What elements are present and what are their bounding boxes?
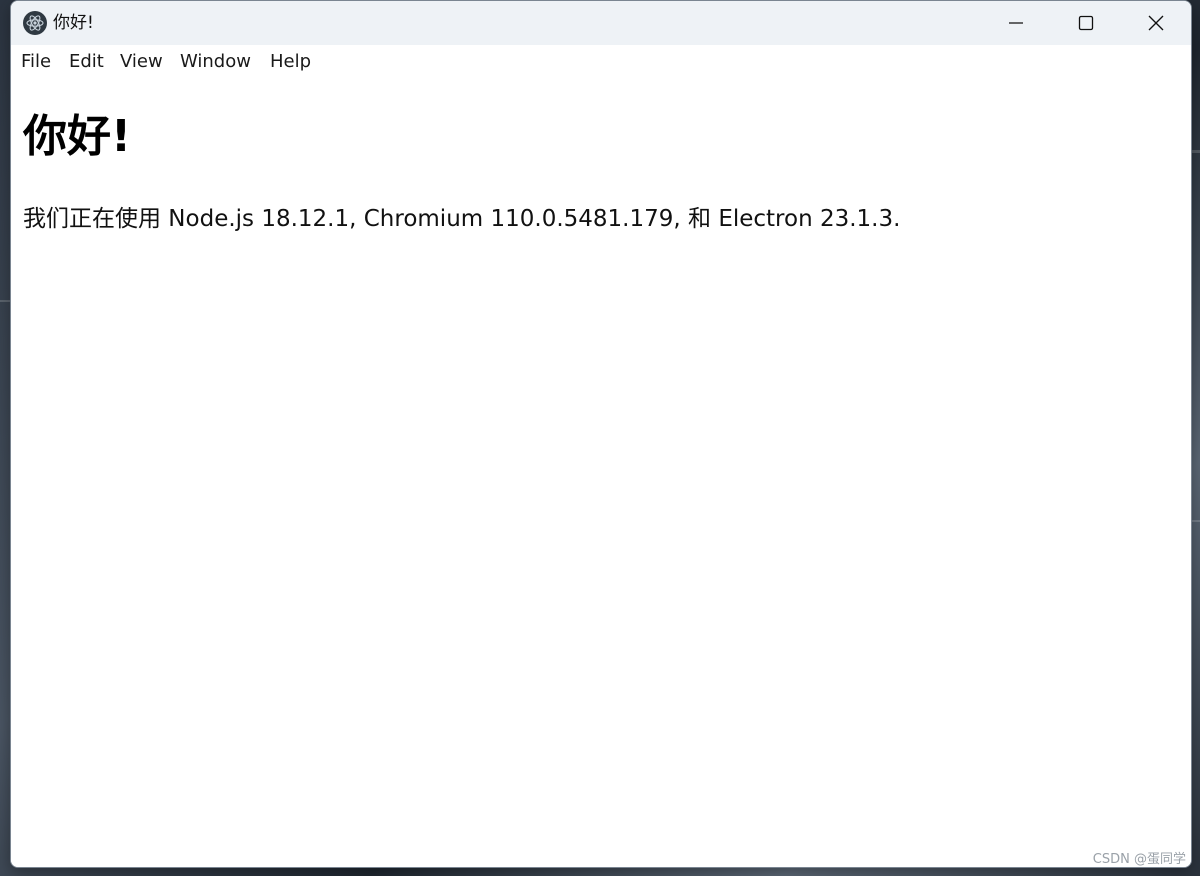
page-content: 你好! 我们正在使用 Node.js 18.12.1, Chromium 110… [11, 79, 1191, 867]
version-info-text: 我们正在使用 Node.js 18.12.1, Chromium 110.0.5… [23, 206, 901, 232]
close-icon [1148, 15, 1164, 31]
menu-view[interactable]: View [120, 51, 163, 73]
window-title: 你好! [53, 13, 94, 33]
menu-file[interactable]: File [21, 51, 51, 73]
menu-edit[interactable]: Edit [69, 51, 104, 73]
electron-icon [23, 11, 47, 35]
app-window: 你好! File Edit View Window Help 你好! 我们正在使… [10, 0, 1192, 868]
menu-bar: File Edit View Window Help [11, 45, 1191, 79]
minimize-button[interactable] [981, 1, 1051, 45]
close-button[interactable] [1121, 1, 1191, 45]
maximize-button[interactable] [1051, 1, 1121, 45]
menu-help[interactable]: Help [270, 51, 311, 73]
watermark-text: CSDN @蛋同学 [1092, 852, 1186, 867]
menu-window[interactable]: Window [180, 51, 251, 73]
title-bar[interactable]: 你好! [11, 1, 1191, 45]
page-heading: 你好! [23, 111, 132, 162]
maximize-icon [1078, 15, 1094, 31]
minimize-icon [1009, 22, 1023, 24]
